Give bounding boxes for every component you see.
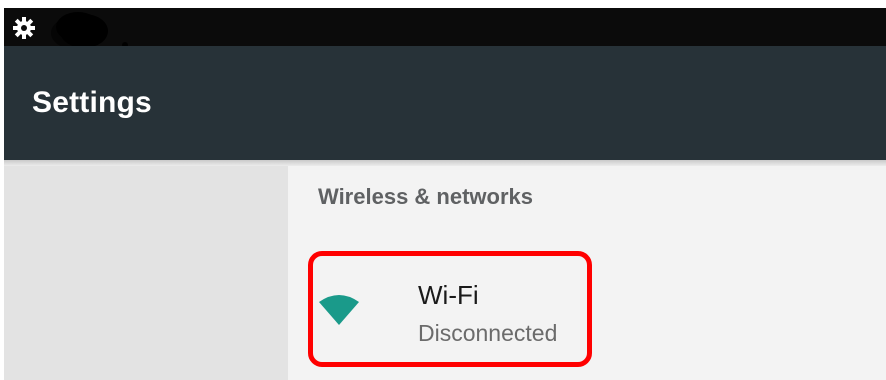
wifi-title: Wi-Fi [418, 280, 479, 310]
wifi-setting-item[interactable]: Wi-Fi Disconnected [306, 250, 886, 376]
wifi-status: Disconnected [418, 320, 558, 346]
gear-icon [13, 17, 35, 39]
app-bar: Settings [4, 46, 886, 160]
left-pane [4, 166, 288, 380]
settings-screen: Settings Wireless & networks Wi-Fi Disco… [0, 0, 886, 380]
section-header-wireless: Wireless & networks [318, 184, 533, 209]
wifi-icon [319, 295, 359, 325]
page-title: Settings [32, 86, 152, 119]
redacted-mark [56, 12, 100, 42]
settings-content: Wireless & networks Wi-Fi Disconnected [288, 166, 886, 380]
status-bar [4, 8, 886, 48]
